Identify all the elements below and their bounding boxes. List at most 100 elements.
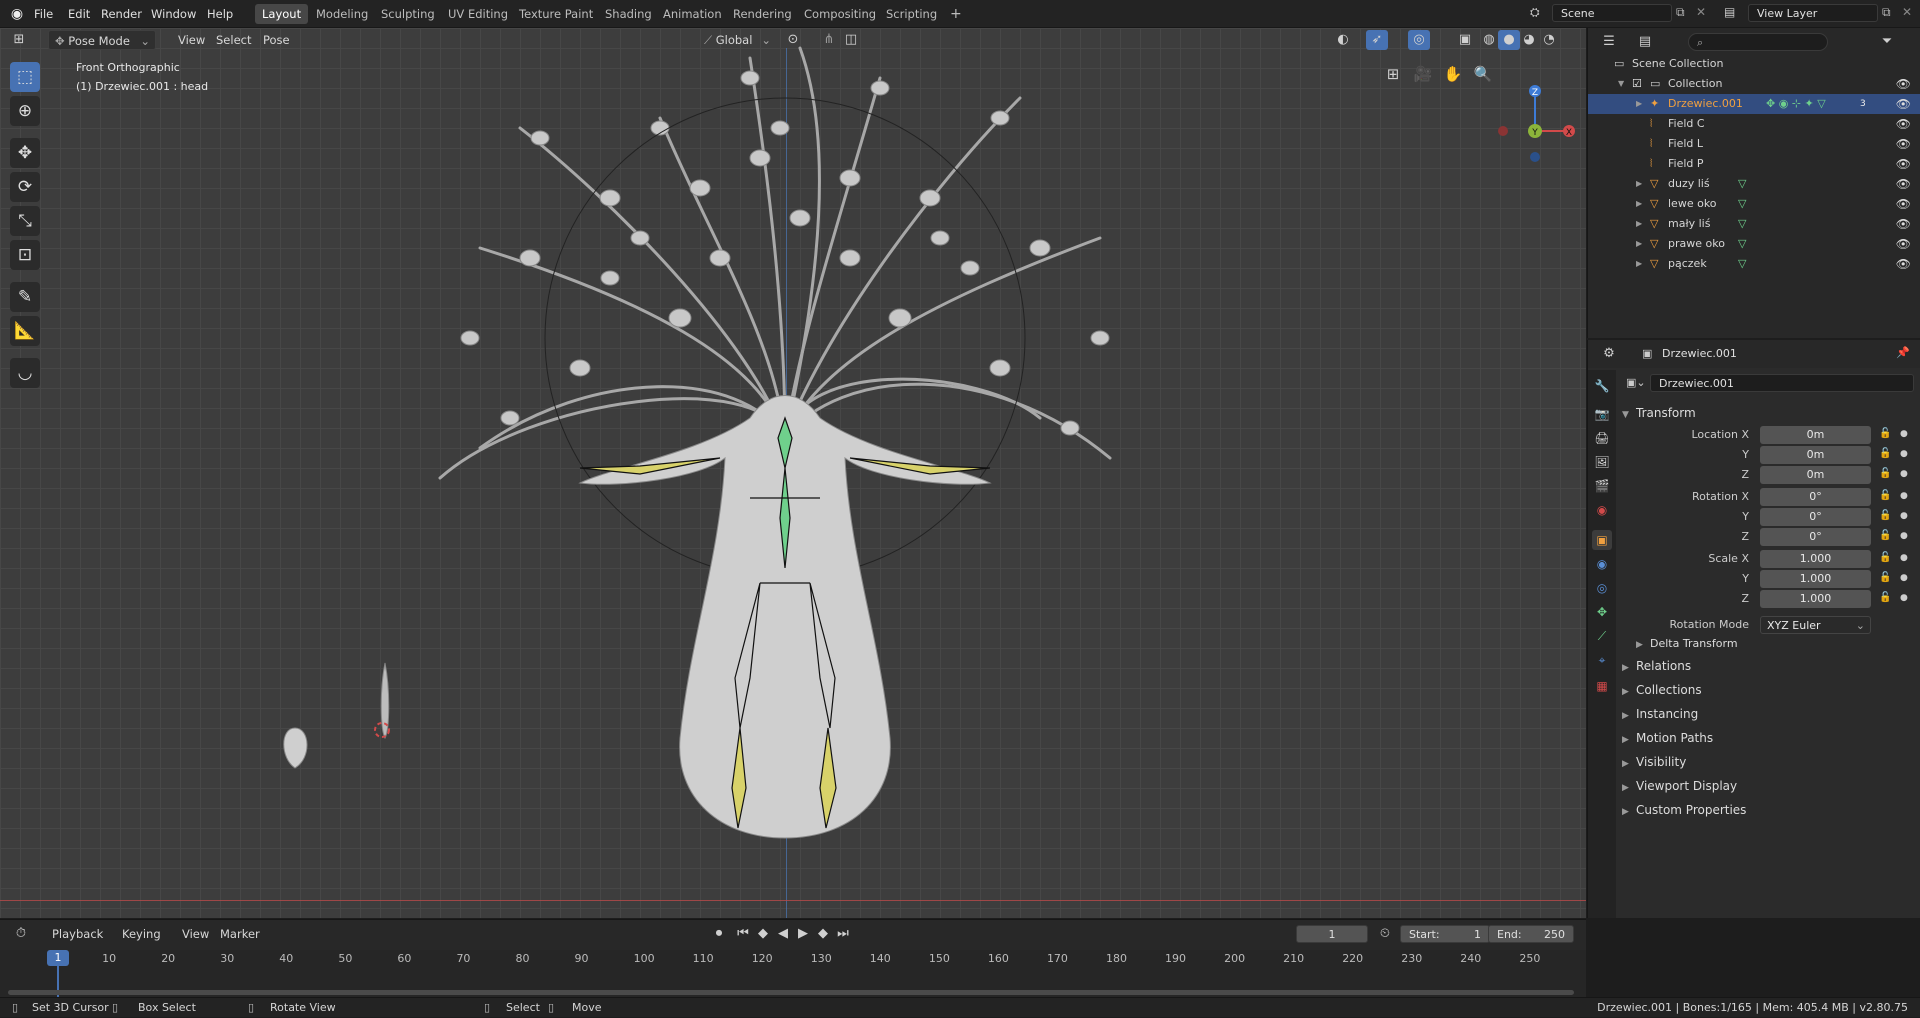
eye-icon[interactable]: 👁 — [1896, 154, 1911, 174]
keyframe-dot-icon[interactable]: ● — [1900, 573, 1908, 583]
playhead-frame[interactable]: 1 — [47, 950, 69, 966]
start-frame-field[interactable]: Start: 1 — [1400, 925, 1490, 943]
lock-icon[interactable]: 🔓 — [1879, 428, 1891, 439]
mesh-data-icon[interactable]: ▽ — [1738, 214, 1746, 234]
outliner-item-4[interactable]: ▶ ▽ duzy liś 👁 ▽ — [1588, 174, 1920, 194]
expand-icon[interactable]: ▶ — [1636, 254, 1642, 274]
outliner-item-2[interactable]: ⦚ Field L 👁 — [1588, 134, 1920, 154]
bone-constraint-tab-icon[interactable]: ⌖ — [1592, 650, 1612, 670]
move-tool-icon[interactable]: ✥ — [10, 138, 40, 168]
rotate-tool-icon[interactable]: ⟳ — [10, 172, 40, 202]
expand-icon[interactable]: ▶ — [1636, 94, 1642, 114]
view-layer-icon[interactable]: ▤ — [1724, 5, 1735, 19]
current-frame-field[interactable]: 1 — [1296, 925, 1368, 943]
copy-scene-icon[interactable]: ⧉ — [1676, 5, 1685, 20]
next-keyframe-icon[interactable]: ◆ — [812, 924, 834, 944]
eye-icon[interactable]: 👁 — [1896, 134, 1911, 154]
panel-header-2[interactable]: ▶ Instancing — [1622, 703, 1698, 725]
panel-header-0[interactable]: ▶ Relations — [1622, 655, 1691, 677]
rotation-mode-dropdown[interactable]: XYZ Euler ⌄ — [1760, 616, 1871, 634]
tab-uv-editing[interactable]: UV Editing — [441, 4, 515, 24]
camera-view-icon[interactable]: 🎥 — [1412, 64, 1434, 84]
menu-render[interactable]: Render — [95, 4, 148, 24]
eye-icon[interactable]: 👁 — [1896, 194, 1911, 214]
outliner-item-7[interactable]: ▶ ▽ prawe oko 👁 ▽ — [1588, 234, 1920, 254]
cursor-tool-icon[interactable]: ⊕ — [10, 96, 40, 126]
panel-header-1[interactable]: ▶ Collections — [1622, 679, 1702, 701]
prev-keyframe-icon[interactable]: ◆ — [752, 924, 774, 944]
close-view-layer-icon[interactable]: ✕ — [1902, 5, 1912, 19]
eye-icon[interactable]: 👁 — [1896, 234, 1911, 254]
tab-rendering[interactable]: Rendering — [726, 4, 799, 24]
object-name-field[interactable]: Drzewiec.001 — [1650, 374, 1914, 392]
panel-header-4[interactable]: ▶ Visibility — [1622, 751, 1686, 773]
collection-checkbox[interactable]: ☑ — [1632, 74, 1642, 94]
record-icon[interactable]: ⏺ — [708, 924, 730, 944]
tool-tab-icon[interactable]: 🔧 — [1592, 376, 1612, 396]
copy-view-layer-icon[interactable]: ⧉ — [1882, 5, 1891, 20]
menu-playback[interactable]: Playback — [46, 924, 109, 944]
blender-logo-icon[interactable]: ◉ — [8, 5, 26, 23]
menu-edit[interactable]: Edit — [62, 4, 96, 24]
mode-dropdown[interactable]: ✥ Pose Mode ⌄ — [48, 30, 156, 50]
mesh-data-icon[interactable]: ▽ — [1738, 174, 1746, 194]
outliner-item-6[interactable]: ▶ ▽ mały liś 👁 ▽ — [1588, 214, 1920, 234]
outliner-item-0[interactable]: ▶ ✦ Drzewiec.001 👁 ✥ ◉ ⊹ ✦ ▽ 3 — [1588, 94, 1920, 114]
lock-icon[interactable]: 🔓 — [1879, 448, 1891, 459]
play-icon[interactable]: ▶ — [792, 924, 814, 944]
expand-icon[interactable]: ▶ — [1636, 174, 1642, 194]
tab-shading[interactable]: Shading — [598, 4, 659, 24]
display-mode-icon[interactable]: ▤ — [1634, 32, 1656, 52]
relax-pose-tool-icon[interactable]: ◡ — [10, 358, 40, 388]
properties-editor-type-icon[interactable]: ⚙ — [1598, 344, 1620, 364]
gizmo-toggle-icon[interactable]: ➶ — [1366, 30, 1388, 50]
eye-icon[interactable]: 👁 — [1896, 254, 1911, 274]
expand-icon[interactable]: ▼ — [1618, 74, 1624, 94]
mesh-data-icon[interactable]: ▽ — [1738, 234, 1746, 254]
outliner-item-5[interactable]: ▶ ▽ lewe oko 👁 ▽ — [1588, 194, 1920, 214]
jump-end-icon[interactable]: ⏭ — [832, 924, 854, 944]
collection-row[interactable]: ▼ ☑ ▭ Collection 👁 — [1588, 74, 1920, 94]
keyframe-dot-icon[interactable]: ● — [1900, 593, 1908, 603]
play-reverse-icon[interactable]: ◀ — [772, 924, 794, 944]
outliner-editor-type-icon[interactable]: ☰ — [1598, 32, 1620, 52]
overlay-toggle-icon[interactable]: ◎ — [1408, 30, 1430, 50]
end-frame-field[interactable]: End: 250 — [1488, 925, 1574, 943]
timeline-editor-type-icon[interactable]: ⏱ — [10, 924, 32, 944]
texture-tab-icon[interactable]: ▦ — [1592, 676, 1612, 696]
select-box-tool-icon[interactable]: ⬚ — [10, 62, 40, 92]
location-y-field[interactable]: 0m — [1760, 446, 1871, 464]
eye-icon[interactable]: 👁 — [1896, 94, 1911, 114]
panel-header-3[interactable]: ▶ Motion Paths — [1622, 727, 1713, 749]
material-shading-icon[interactable]: ◕ — [1518, 30, 1540, 50]
annotate-tool-icon[interactable]: ✎ — [10, 282, 40, 312]
eye-icon[interactable]: 👁 — [1896, 114, 1911, 134]
rotation-x-field[interactable]: 0° — [1760, 488, 1871, 506]
eye-icon[interactable]: 👁 — [1896, 174, 1911, 194]
panel-header-5[interactable]: ▶ Viewport Display — [1622, 775, 1737, 797]
menu-marker[interactable]: Marker — [214, 924, 266, 944]
tab-compositing[interactable]: Compositing — [797, 4, 883, 24]
add-workspace-button[interactable]: + — [943, 4, 969, 24]
measure-tool-icon[interactable]: 📐 — [10, 316, 40, 346]
3d-viewport[interactable]: ⊞ ✥ Pose Mode ⌄ View Select Pose ⟋ Global… — [0, 28, 1586, 918]
keyframe-dot-icon[interactable]: ● — [1900, 429, 1908, 439]
menu-select[interactable]: Select — [210, 30, 257, 50]
render-tab-icon[interactable]: 📷 — [1592, 404, 1612, 424]
expand-icon[interactable]: ▶ — [1636, 194, 1642, 214]
keyframe-dot-icon[interactable]: ● — [1900, 511, 1908, 521]
scene-icon[interactable]: ⛭ — [1530, 5, 1540, 20]
location-x-field[interactable]: 0m — [1760, 426, 1871, 444]
object-data-icon[interactable]: ▣⌄ — [1626, 376, 1646, 389]
tab-sculpting[interactable]: Sculpting — [374, 4, 442, 24]
scene-collection-row[interactable]: ▭ Scene Collection — [1588, 54, 1920, 74]
delta-transform-header[interactable]: ▶ Delta Transform — [1636, 633, 1738, 655]
keyframe-dot-icon[interactable]: ● — [1900, 531, 1908, 541]
menu-window[interactable]: Window — [145, 4, 202, 24]
rotation-z-field[interactable]: 0° — [1760, 528, 1871, 546]
panel-header-6[interactable]: ▶ Custom Properties — [1622, 799, 1746, 821]
solid-shading-icon[interactable]: ● — [1498, 30, 1520, 50]
filter-icon[interactable]: ⏷ — [1876, 32, 1898, 52]
menu-file[interactable]: File — [28, 4, 59, 24]
outliner-search-input[interactable]: ⌕ — [1688, 33, 1828, 51]
